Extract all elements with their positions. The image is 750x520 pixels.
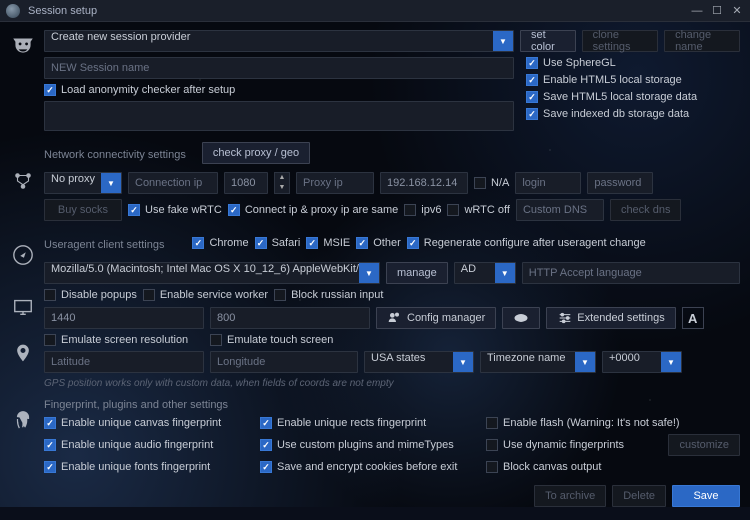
window-title: Session setup bbox=[28, 5, 684, 17]
manage-ua-button[interactable]: manage bbox=[386, 262, 448, 284]
provider-select[interactable]: Create new session provider ▼ bbox=[44, 30, 514, 52]
network-header: Network connectivity settings bbox=[44, 149, 186, 161]
latitude-input[interactable] bbox=[44, 351, 204, 373]
chevron-down-icon[interactable]: ▼ bbox=[359, 263, 379, 283]
disable-popups-checkbox[interactable]: Disable popups bbox=[44, 289, 137, 301]
anonymity-checker-checkbox[interactable]: Load anonymity checker after setup bbox=[44, 84, 514, 96]
encrypt-cookies-checkbox[interactable]: Save and encrypt cookies before exit bbox=[260, 461, 480, 473]
stepper-down-icon[interactable]: ▼ bbox=[275, 183, 289, 193]
ua-regenerate-checkbox[interactable]: Regenerate configure after useragent cha… bbox=[407, 237, 646, 249]
webgl-button[interactable] bbox=[502, 307, 540, 329]
proxy-password-input[interactable] bbox=[587, 172, 653, 194]
canvas-fp-checkbox[interactable]: Enable unique canvas fingerprint bbox=[44, 417, 254, 429]
fonts-fp-checkbox[interactable]: Enable unique fonts fingerprint bbox=[44, 461, 254, 473]
chevron-down-icon[interactable]: ▼ bbox=[453, 352, 473, 372]
save-html5-storage-checkbox[interactable]: Save HTML5 local storage data bbox=[526, 91, 697, 103]
enable-flash-checkbox[interactable]: Enable flash (Warning: It's not safe!) bbox=[486, 417, 680, 429]
ua-ad-select[interactable]: AD▼ bbox=[454, 262, 516, 284]
ua-msie-checkbox[interactable]: MSIE bbox=[306, 237, 350, 249]
minimize-icon[interactable]: — bbox=[690, 5, 704, 17]
users-gear-icon bbox=[387, 310, 403, 326]
monitor-icon bbox=[8, 292, 38, 322]
dynamic-fp-checkbox[interactable]: Use dynamic fingerprints bbox=[486, 439, 624, 451]
na-checkbox[interactable]: N/A bbox=[474, 177, 509, 189]
custom-dns-input[interactable] bbox=[516, 199, 604, 221]
save-button[interactable]: Save bbox=[672, 485, 740, 507]
use-spheregl-checkbox[interactable]: Use SphereGL bbox=[526, 57, 697, 69]
proxy-ip-input[interactable] bbox=[296, 172, 374, 194]
emulate-resolution-checkbox[interactable]: Emulate screen resolution bbox=[44, 334, 204, 346]
extended-settings-button[interactable]: Extended settings bbox=[546, 307, 675, 329]
ip-display[interactable] bbox=[380, 172, 468, 194]
ipv6-checkbox[interactable]: ipv6 bbox=[404, 204, 441, 216]
enable-service-worker-checkbox[interactable]: Enable service worker bbox=[143, 289, 268, 301]
config-manager-button[interactable]: Config manager bbox=[376, 307, 496, 329]
app-logo-icon bbox=[6, 4, 20, 18]
location-pin-icon bbox=[8, 338, 38, 368]
compass-icon bbox=[8, 240, 38, 270]
useragent-string-select[interactable]: Mozilla/5.0 (Macintosh; Intel Mac OS X 1… bbox=[44, 262, 380, 284]
delete-button[interactable]: Delete bbox=[612, 485, 666, 507]
chevron-down-icon[interactable]: ▼ bbox=[101, 173, 121, 193]
buy-socks-button[interactable]: Buy socks bbox=[44, 199, 122, 221]
screen-height-input[interactable] bbox=[210, 307, 370, 329]
custom-plugins-checkbox[interactable]: Use custom plugins and mimeTypes bbox=[260, 439, 480, 451]
emulate-touch-checkbox[interactable]: Emulate touch screen bbox=[210, 334, 333, 346]
check-proxy-button[interactable]: check proxy / geo bbox=[202, 142, 310, 164]
chevron-down-icon[interactable]: ▼ bbox=[575, 352, 595, 372]
fingerprint-icon bbox=[8, 404, 38, 434]
port-input[interactable] bbox=[224, 172, 268, 194]
timezone-select[interactable]: Timezone name▼ bbox=[480, 351, 596, 373]
timezone-offset-select[interactable]: +0000▼ bbox=[602, 351, 682, 373]
notes-textarea[interactable] bbox=[44, 101, 514, 131]
gps-note: GPS position works only with custom data… bbox=[44, 378, 740, 389]
ua-chrome-checkbox[interactable]: Chrome bbox=[192, 237, 248, 249]
connection-ip-input[interactable] bbox=[128, 172, 218, 194]
persona-icon bbox=[8, 30, 38, 60]
set-color-button[interactable]: set color bbox=[520, 30, 576, 52]
rects-fp-checkbox[interactable]: Enable unique rects fingerprint bbox=[260, 417, 480, 429]
longitude-input[interactable] bbox=[210, 351, 358, 373]
audio-fp-checkbox[interactable]: Enable unique audio fingerprint bbox=[44, 439, 254, 451]
sliders-icon bbox=[557, 310, 573, 326]
chevron-down-icon[interactable]: ▼ bbox=[493, 31, 513, 51]
block-canvas-output-checkbox[interactable]: Block canvas output bbox=[486, 461, 601, 473]
font-a-button[interactable]: A bbox=[682, 307, 704, 329]
proxy-type-select[interactable]: No proxy▼ bbox=[44, 172, 122, 194]
ua-other-checkbox[interactable]: Other bbox=[356, 237, 401, 249]
customize-button[interactable]: customize bbox=[668, 434, 740, 456]
clone-settings-button[interactable]: clone settings bbox=[582, 30, 658, 52]
to-archive-button[interactable]: To archive bbox=[534, 485, 606, 507]
connect-proxy-same-checkbox[interactable]: Connect ip & proxy ip are same bbox=[228, 204, 398, 216]
fingerprint-header: Fingerprint, plugins and other settings bbox=[44, 399, 740, 411]
session-name-input[interactable] bbox=[44, 57, 514, 79]
ua-safari-checkbox[interactable]: Safari bbox=[255, 237, 301, 249]
enable-html5-storage-checkbox[interactable]: Enable HTML5 local storage bbox=[526, 74, 697, 86]
port-stepper[interactable]: ▲▼ bbox=[274, 172, 290, 194]
close-icon[interactable]: ✕ bbox=[730, 4, 744, 17]
country-select[interactable]: USA states▼ bbox=[364, 351, 474, 373]
save-indexed-db-checkbox[interactable]: Save indexed db storage data bbox=[526, 108, 697, 120]
webgl-icon bbox=[513, 310, 529, 326]
maximize-icon[interactable]: ☐ bbox=[710, 4, 724, 17]
proxy-login-input[interactable] bbox=[515, 172, 581, 194]
chevron-down-icon[interactable]: ▼ bbox=[661, 352, 681, 372]
stepper-up-icon[interactable]: ▲ bbox=[275, 173, 289, 183]
change-name-button[interactable]: change name bbox=[664, 30, 740, 52]
screen-width-input[interactable] bbox=[44, 307, 204, 329]
http-accept-language-input[interactable] bbox=[522, 262, 740, 284]
fake-wrtc-checkbox[interactable]: Use fake wRTC bbox=[128, 204, 222, 216]
block-russian-input-checkbox[interactable]: Block russian input bbox=[274, 289, 383, 301]
network-icon bbox=[8, 166, 38, 196]
check-dns-button[interactable]: check dns bbox=[610, 199, 682, 221]
useragent-header: Useragent client settings bbox=[44, 239, 164, 251]
wrtc-off-checkbox[interactable]: wRTC off bbox=[447, 204, 509, 216]
chevron-down-icon[interactable]: ▼ bbox=[495, 263, 515, 283]
